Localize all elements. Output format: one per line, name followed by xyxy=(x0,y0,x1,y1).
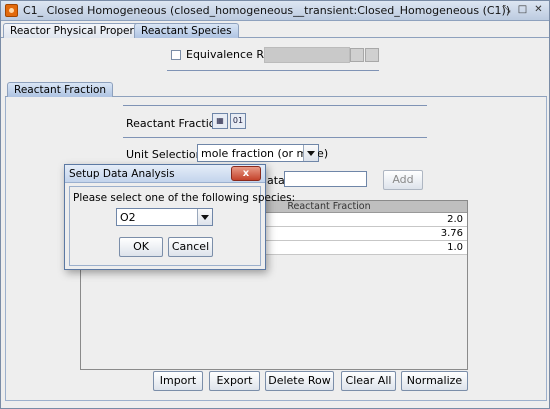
data-label: ata xyxy=(267,174,285,187)
dialog-title: Setup Data Analysis xyxy=(69,168,175,180)
species-value: O2 xyxy=(120,211,136,224)
cancel-button[interactable]: Cancel xyxy=(168,237,213,257)
divider xyxy=(123,137,427,138)
equivalence-ratio-data-button xyxy=(365,48,379,62)
restore-icon[interactable]: ⤡ xyxy=(500,4,513,17)
tab-reactant-species[interactable]: Reactant Species xyxy=(134,23,239,38)
clear-all-button[interactable]: Clear All xyxy=(341,371,396,391)
reactant-fraction-label: Reactant Fraction xyxy=(126,117,223,130)
setup-data-analysis-dialog: Setup Data Analysis x Please select one … xyxy=(64,164,295,270)
close-icon[interactable]: ✕ xyxy=(532,4,545,17)
unit-selection-label: Unit Selection: xyxy=(126,148,207,161)
table-cell: 2.0 xyxy=(447,214,463,225)
window-title: C1_ Closed Homogeneous (closed_homogeneo… xyxy=(23,4,511,17)
ok-button[interactable]: OK xyxy=(119,237,163,257)
panel-bottom-border xyxy=(7,400,545,401)
tab-reactant-fraction[interactable]: Reactant Fraction xyxy=(7,82,114,97)
chevron-down-icon[interactable] xyxy=(303,145,318,161)
normalize-button[interactable]: Normalize xyxy=(401,371,468,391)
maximize-icon[interactable]: □ xyxy=(516,4,529,17)
main-window: C1_ Closed Homogeneous (closed_homogeneo… xyxy=(0,0,550,409)
delete-row-button[interactable]: Delete Row xyxy=(265,371,334,391)
import-button[interactable]: Import xyxy=(153,371,203,391)
title-bar[interactable]: C1_ Closed Homogeneous (closed_homogeneo… xyxy=(1,1,549,21)
dialog-title-bar[interactable]: Setup Data Analysis x xyxy=(65,165,265,183)
binary-data-icon[interactable]: 01 xyxy=(230,113,246,129)
section-tab-strip: Reactant Fraction xyxy=(5,81,547,97)
export-button[interactable]: Export xyxy=(209,371,260,391)
app-icon xyxy=(5,4,18,17)
equivalence-ratio-checkbox[interactable] xyxy=(171,50,181,60)
dialog-close-icon[interactable]: x xyxy=(231,166,261,181)
top-tab-strip: Reactor Physical Properties Reactant Spe… xyxy=(1,21,549,38)
chevron-down-icon[interactable] xyxy=(197,209,212,225)
data-input[interactable] xyxy=(284,171,367,187)
equivalence-ratio-edit-button xyxy=(350,48,364,62)
species-combo[interactable]: O2 xyxy=(116,208,213,226)
table-cell: 1.0 xyxy=(447,242,463,253)
dialog-prompt: Please select one of the following speci… xyxy=(73,192,296,204)
table-cell: 3.76 xyxy=(440,228,463,239)
add-button[interactable]: Add xyxy=(383,170,423,190)
divider xyxy=(123,105,427,106)
divider xyxy=(167,70,379,71)
equivalence-ratio-field xyxy=(264,47,350,63)
unit-selection-combo[interactable]: mole fraction (or mole) xyxy=(197,144,328,162)
chart-icon[interactable]: ▦ xyxy=(212,113,228,129)
